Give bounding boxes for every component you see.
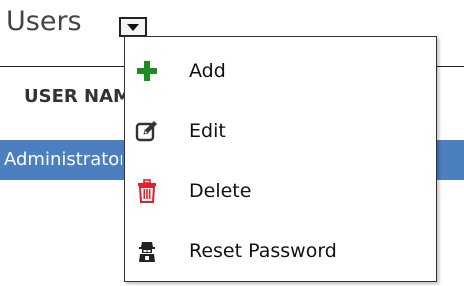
menu-item-delete[interactable]: Delete (125, 161, 436, 221)
edit-icon (135, 121, 157, 142)
user-name-cell: Administrator (4, 149, 122, 170)
users-page: Users USER NAME Administrator Add Edit (0, 0, 464, 286)
trash-icon (138, 179, 156, 203)
menu-item-add[interactable]: Add (125, 41, 436, 101)
plus-icon (137, 61, 157, 81)
context-menu: Add Edit Delete Reset Password (124, 36, 437, 282)
menu-item-reset-password[interactable]: Reset Password (125, 221, 436, 281)
users-menu-button[interactable] (119, 17, 147, 37)
menu-item-label: Delete (189, 180, 252, 202)
menu-item-label: Add (189, 60, 226, 82)
page-title: Users (6, 6, 82, 37)
menu-item-edit[interactable]: Edit (125, 101, 436, 161)
chevron-down-icon (127, 24, 139, 31)
menu-item-label: Edit (189, 120, 226, 142)
user-lock-icon (139, 242, 155, 262)
column-header-user-name[interactable]: USER NAME (24, 86, 126, 107)
menu-item-label: Reset Password (189, 240, 337, 262)
